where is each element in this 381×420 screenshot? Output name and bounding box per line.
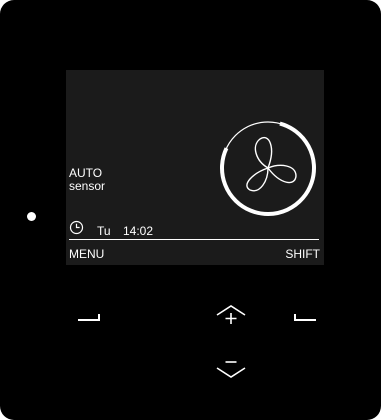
menu-softkey-label: MENU (69, 247, 105, 261)
decrease-button[interactable] (214, 355, 248, 381)
shift-softkey-label: SHIFT (285, 247, 320, 261)
mode-label: AUTO (69, 166, 103, 180)
submode-label: sensor (69, 179, 106, 193)
shift-button[interactable] (290, 305, 320, 325)
clock-icon (69, 220, 84, 235)
fan-gauge (220, 121, 316, 216)
time-label: 14:02 (123, 224, 154, 238)
left-softkey-icon (78, 314, 100, 321)
increase-button[interactable] (214, 302, 248, 328)
chevron-up-plus-icon (216, 305, 246, 324)
status-divider (69, 239, 319, 240)
day-label: Tu (97, 224, 111, 238)
lcd-screen: AUTO sensor Tu 14:02 MENU SHIFT (66, 70, 324, 265)
menu-button[interactable] (74, 305, 104, 325)
status-led (27, 212, 36, 221)
controller-panel: AUTO sensor Tu 14:02 MENU SHIFT (0, 0, 381, 420)
chevron-down-minus-icon (216, 361, 246, 378)
fan-icon (246, 136, 297, 192)
right-softkey-icon (294, 314, 316, 321)
